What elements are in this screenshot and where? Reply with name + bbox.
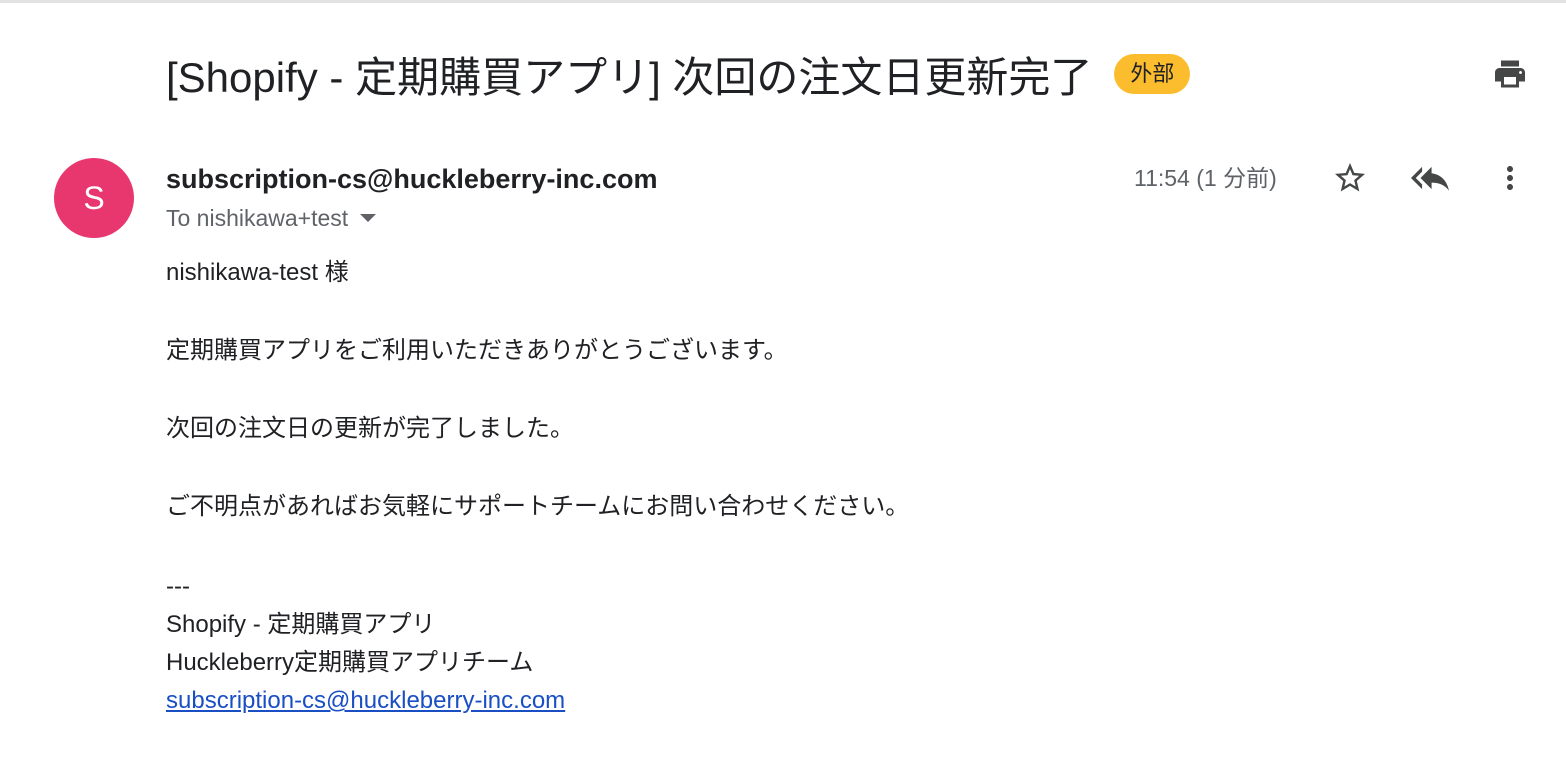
email-subject: [Shopify - 定期購買アプリ] 次回の注文日更新完了 xyxy=(166,53,1093,101)
update-complete-line: 次回の注文日の更新が完了しました。 xyxy=(166,415,574,442)
sender-address[interactable]: subscription-cs@huckleberry-inc.com xyxy=(166,161,657,197)
caret-down-icon xyxy=(360,214,377,222)
top-divider xyxy=(0,0,1566,3)
more-options-button[interactable] xyxy=(1488,156,1532,200)
reply-all-icon xyxy=(1411,166,1449,191)
sender-avatar[interactable]: S xyxy=(54,158,134,238)
reply-all-button[interactable] xyxy=(1408,156,1452,200)
print-button[interactable] xyxy=(1488,52,1532,96)
external-label-badge[interactable]: 外部 xyxy=(1114,54,1191,94)
email-timestamp: 11:54 (1 分前) xyxy=(1134,165,1277,191)
recipient-details-toggle[interactable]: To nishikawa+test xyxy=(166,203,377,233)
email-body: nishikawa-test 様 定期購買アプリをご利用いただきありがとうござい… xyxy=(166,254,909,720)
greeting-line: nishikawa-test 様 xyxy=(166,259,349,286)
more-vert-icon xyxy=(1507,166,1513,190)
recipient-label: To nishikawa+test xyxy=(166,205,349,231)
signature-separator: --- xyxy=(166,573,190,600)
subject-row: [Shopify - 定期購買アプリ] 次回の注文日更新完了 外部 xyxy=(166,44,1191,104)
print-icon xyxy=(1495,60,1525,88)
thanks-line: 定期購買アプリをご利用いただきありがとうございます。 xyxy=(166,337,788,364)
signature-email-link[interactable]: subscription-cs@huckleberry-inc.com xyxy=(166,687,565,714)
signature-team-name: Huckleberry定期購買アプリチーム xyxy=(166,649,534,676)
star-icon xyxy=(1335,163,1365,192)
star-button[interactable] xyxy=(1328,156,1372,200)
signature-app-name: Shopify - 定期購買アプリ xyxy=(166,611,436,638)
contact-support-line: ご不明点があればお気軽にサポートチームにお問い合わせください。 xyxy=(166,493,910,520)
